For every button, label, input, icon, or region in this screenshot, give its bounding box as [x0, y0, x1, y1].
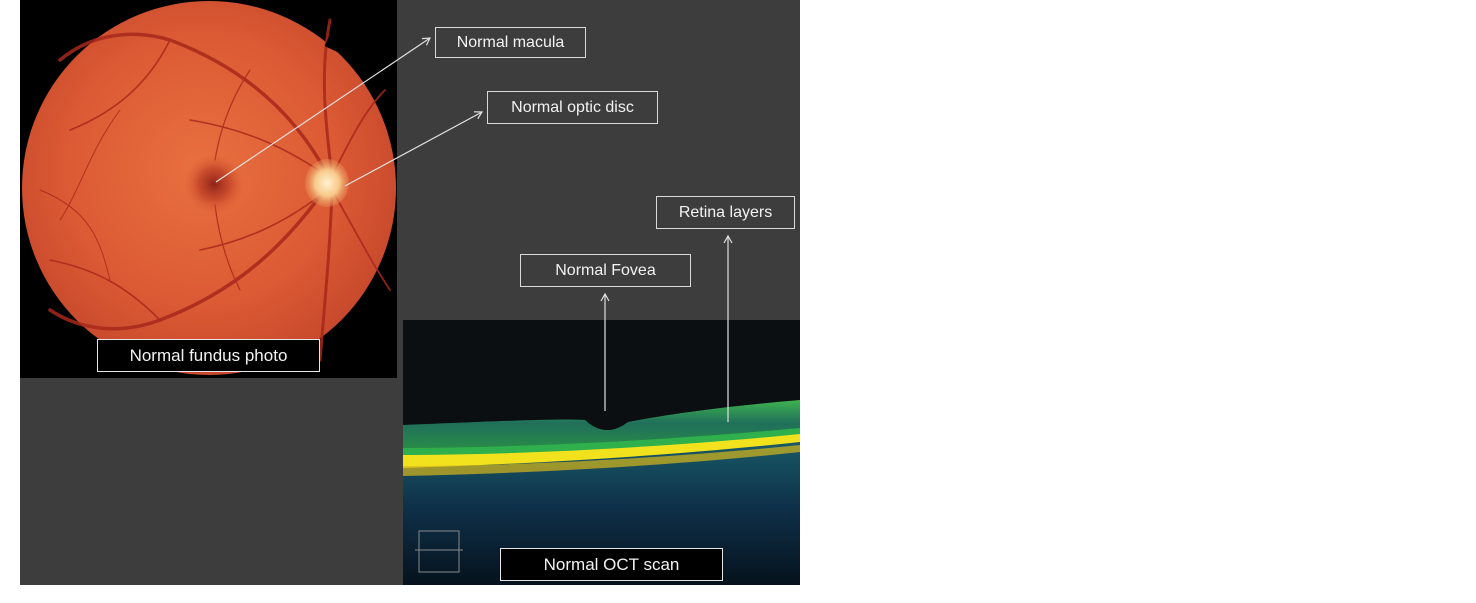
macula [184, 154, 244, 214]
oct-caption: Normal OCT scan [500, 548, 723, 581]
figure-graphics [20, 0, 800, 585]
fundus-caption: Normal fundus photo [97, 339, 320, 372]
oct-scan [403, 320, 800, 585]
optic-disc [305, 159, 349, 207]
optic-disc-label: Normal optic disc [487, 91, 658, 124]
fovea-label: Normal Fovea [520, 254, 691, 287]
figure: Normal macula Normal optic disc Retina l… [0, 0, 1476, 598]
retina-layers-label: Retina layers [656, 196, 795, 229]
fundus-photo [20, 0, 397, 378]
macula-label: Normal macula [435, 27, 586, 58]
